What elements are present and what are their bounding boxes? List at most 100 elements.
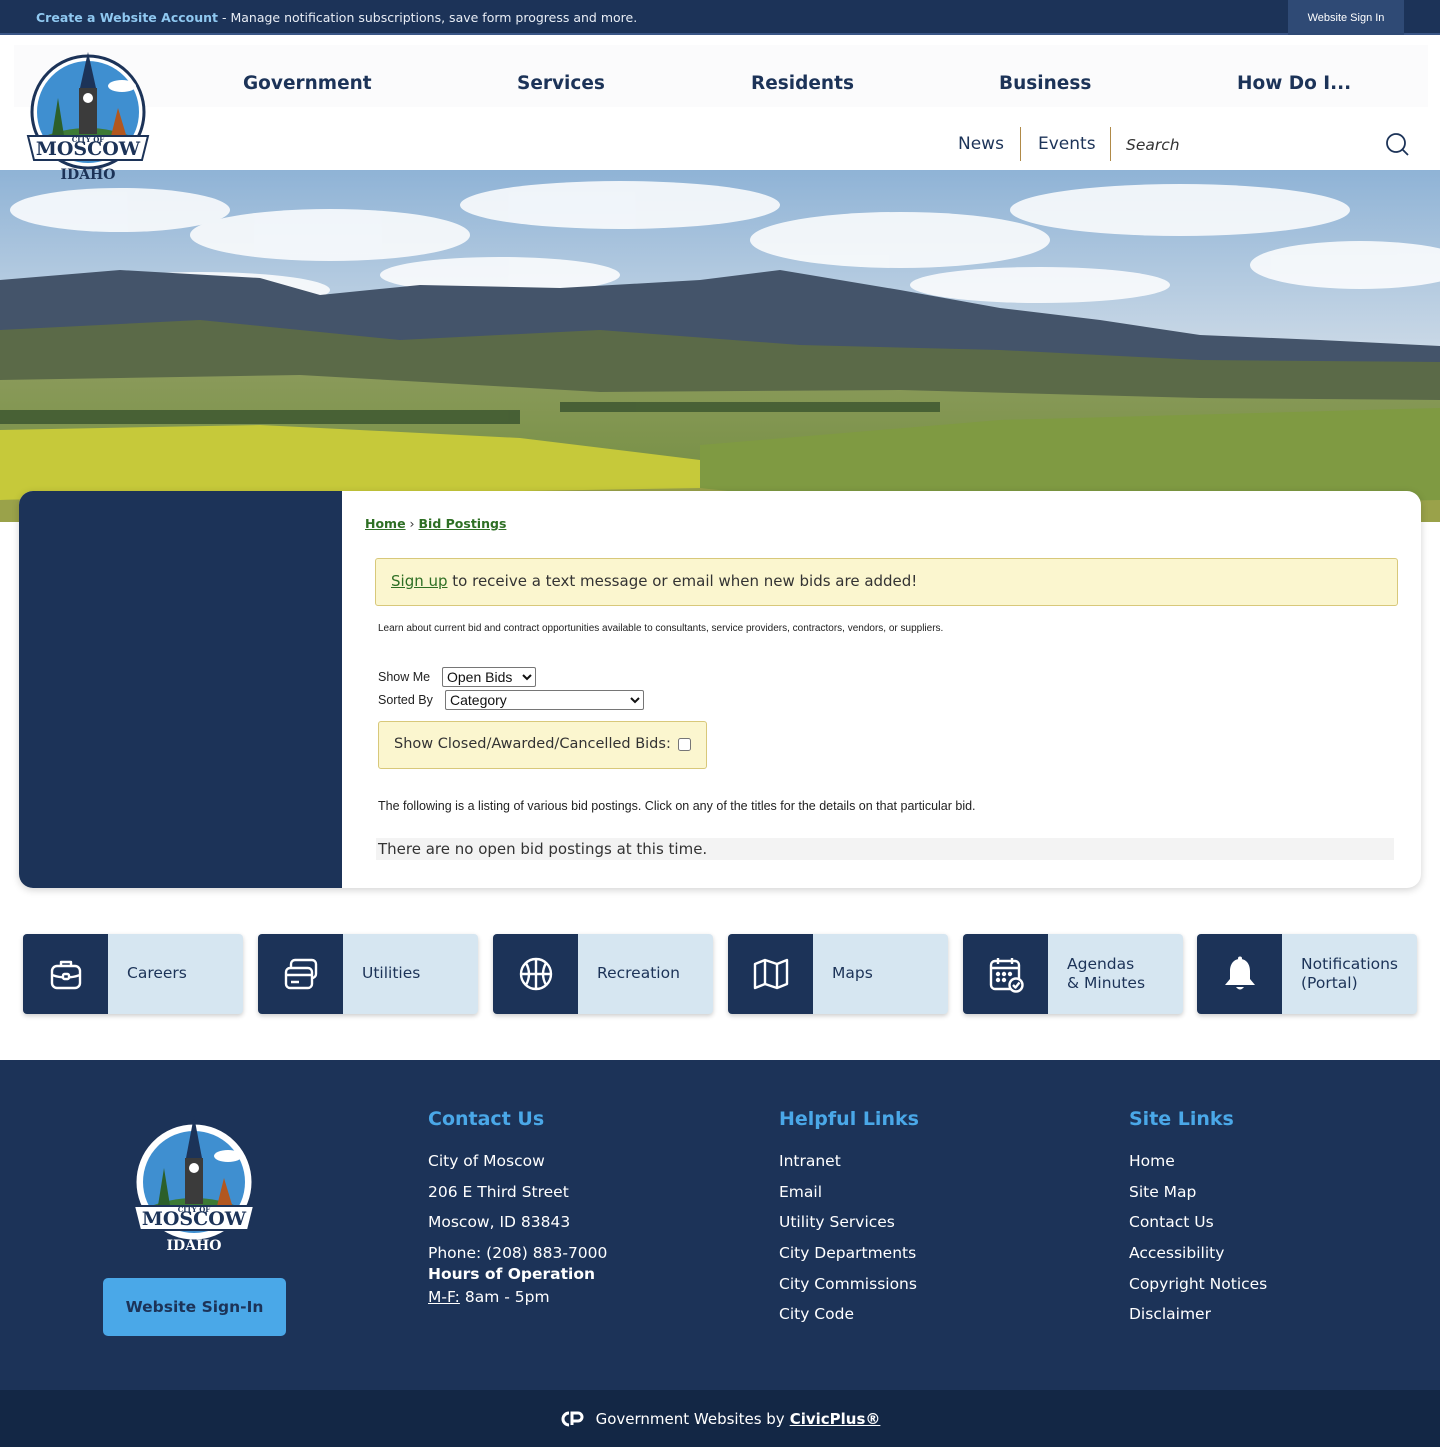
sign-up-link[interactable]: Sign up — [391, 572, 448, 590]
quick-link-icon-box — [1197, 934, 1282, 1014]
hero-image — [0, 170, 1440, 522]
footer-link-copyright[interactable]: Copyright Notices — [1129, 1273, 1267, 1304]
calendar-check-icon — [989, 958, 1024, 993]
show-me-label: Show Me — [378, 670, 431, 684]
intro-text: Learn about current bid and contract opp… — [378, 623, 944, 634]
search-icon — [1386, 133, 1409, 156]
breadcrumb: Home › Bid Postings — [365, 516, 506, 531]
nav-services[interactable]: Services — [517, 73, 605, 94]
hours-line: M-F: 8am - 5pm — [428, 1288, 607, 1306]
footer-link-city-departments[interactable]: City Departments — [779, 1242, 917, 1273]
site-footer: MOSCOW CITY OF IDAHO Website Sign-In Con… — [0, 1060, 1440, 1390]
quick-link-icon-box — [963, 934, 1048, 1014]
footer-link-disclaimer[interactable]: Disclaimer — [1129, 1303, 1267, 1334]
top-bar-text: - Manage notification subscriptions, sav… — [218, 10, 638, 25]
quick-link-recreation[interactable]: Recreation — [493, 934, 713, 1014]
hours-time: 8am - 5pm — [459, 1288, 550, 1307]
civicplus-icon — [561, 1411, 584, 1426]
breadcrumb-bid-postings[interactable]: Bid Postings — [419, 516, 507, 531]
quick-link-utilities[interactable]: Utilities — [258, 934, 478, 1014]
contact-info: City of Moscow 206 E Third Street Moscow… — [428, 1150, 607, 1306]
nav-residents[interactable]: Residents — [751, 73, 854, 94]
breadcrumb-home[interactable]: Home — [365, 516, 406, 531]
quick-link-label: Notifications (Portal) — [1301, 954, 1399, 992]
no-bids-message: There are no open bid postings at this t… — [376, 838, 1394, 860]
site-links-heading: Site Links — [1129, 1108, 1234, 1130]
footer-link-email[interactable]: Email — [779, 1181, 917, 1212]
contact-us-heading: Contact Us — [428, 1108, 545, 1130]
quick-link-icon-box — [23, 934, 108, 1014]
contact-city: Moscow, ID 83843 — [428, 1213, 571, 1232]
signup-alert: Sign up to receive a text message or ema… — [375, 558, 1398, 606]
nav-business[interactable]: Business — [999, 73, 1091, 94]
quick-link-careers[interactable]: Careers — [23, 934, 243, 1014]
nav-government[interactable]: Government — [243, 73, 372, 94]
hours-heading: Hours of Operation — [428, 1265, 596, 1284]
bell-icon — [1224, 956, 1255, 990]
quick-link-label: Maps — [832, 964, 873, 983]
quick-link-maps[interactable]: Maps — [728, 934, 948, 1014]
search-button[interactable] — [1378, 126, 1418, 164]
quick-link-icon-box — [258, 934, 343, 1014]
logo-text-city-of: CITY OF — [72, 135, 105, 144]
listing-description: The following is a listing of various bi… — [378, 799, 976, 813]
nav-how-do-i[interactable]: How Do I... — [1237, 73, 1351, 94]
nav-divider — [1020, 127, 1021, 161]
sorted-by-select[interactable]: Category — [445, 690, 644, 710]
quick-link-notifications[interactable]: Notifications (Portal) — [1197, 934, 1417, 1014]
show-closed-label: Show Closed/Awarded/Cancelled Bids: — [394, 736, 671, 752]
content-card: Home › Bid Postings Sign up to receive a… — [19, 491, 1421, 888]
top-bar: Create a Website Account - Manage notifi… — [0, 0, 1440, 35]
footer-link-contact-us[interactable]: Contact Us — [1129, 1211, 1267, 1242]
map-icon — [753, 958, 788, 990]
basketball-icon — [519, 957, 552, 991]
quick-link-label: Agendas & Minutes — [1067, 954, 1146, 992]
quick-link-icon-box — [493, 934, 578, 1014]
briefcase-icon — [50, 960, 81, 990]
show-me-select[interactable]: Open Bids — [442, 667, 536, 687]
cards-icon — [284, 958, 317, 990]
create-account-link[interactable]: Create a Website Account — [36, 10, 218, 25]
nav-divider — [1110, 127, 1111, 161]
main-nav: Government Services Residents Business H… — [14, 45, 1428, 107]
footer-link-home[interactable]: Home — [1129, 1150, 1267, 1181]
site-links-list: Home Site Map Contact Us Accessibility C… — [1129, 1150, 1267, 1334]
contact-phone: Phone: (208) 883-7000 — [428, 1244, 608, 1263]
footer-link-utility-services[interactable]: Utility Services — [779, 1211, 917, 1242]
show-closed-box: Show Closed/Awarded/Cancelled Bids: — [378, 721, 707, 769]
footer-link-site-map[interactable]: Site Map — [1129, 1181, 1267, 1212]
quick-link-label: Recreation — [597, 964, 680, 983]
footer-link-accessibility[interactable]: Accessibility — [1129, 1242, 1267, 1273]
signup-alert-text: to receive a text message or email when … — [447, 572, 918, 590]
sidebar — [19, 491, 342, 888]
nav-events[interactable]: Events — [1038, 134, 1096, 154]
helpful-links-heading: Helpful Links — [779, 1108, 919, 1130]
footer-sign-in-button[interactable]: Website Sign-In — [103, 1278, 286, 1336]
civicplus-link[interactable]: CivicPlus® — [790, 1410, 881, 1428]
logo-text-idaho: IDAHO — [61, 167, 116, 183]
contact-street: 206 E Third Street — [428, 1182, 569, 1201]
bottom-bar-text: Government Websites by — [595, 1409, 785, 1428]
footer-logo-text-idaho: IDAHO — [167, 1238, 222, 1254]
show-closed-checkbox[interactable] — [678, 738, 691, 751]
website-sign-in-button[interactable]: Website Sign In — [1288, 0, 1404, 35]
footer-logo[interactable]: MOSCOW CITY OF IDAHO — [132, 1112, 256, 1258]
helpful-links-list: Intranet Email Utility Services City Dep… — [779, 1150, 917, 1334]
quick-link-agendas-minutes[interactable]: Agendas & Minutes — [963, 934, 1183, 1014]
quick-link-icon-box — [728, 934, 813, 1014]
footer-link-intranet[interactable]: Intranet — [779, 1150, 917, 1181]
search-input[interactable] — [1112, 126, 1376, 164]
bottom-bar: Government Websites by CivicPlus® — [0, 1390, 1440, 1447]
top-bar-message: Create a Website Account - Manage notifi… — [36, 10, 637, 25]
hours-days: M-F: — [428, 1288, 460, 1307]
footer-link-city-commissions[interactable]: City Commissions — [779, 1273, 917, 1304]
footer-logo-text-city-of: CITY OF — [178, 1205, 211, 1214]
city-logo[interactable]: MOSCOW CITY OF IDAHO — [26, 48, 150, 188]
nav-news[interactable]: News — [958, 134, 1004, 154]
breadcrumb-separator: › — [409, 516, 415, 531]
contact-name: City of Moscow — [428, 1152, 545, 1170]
sorted-by-label: Sorted By — [378, 693, 433, 707]
quick-link-label: Careers — [127, 964, 187, 983]
quick-link-label: Utilities — [362, 964, 421, 983]
footer-link-city-code[interactable]: City Code — [779, 1303, 917, 1334]
